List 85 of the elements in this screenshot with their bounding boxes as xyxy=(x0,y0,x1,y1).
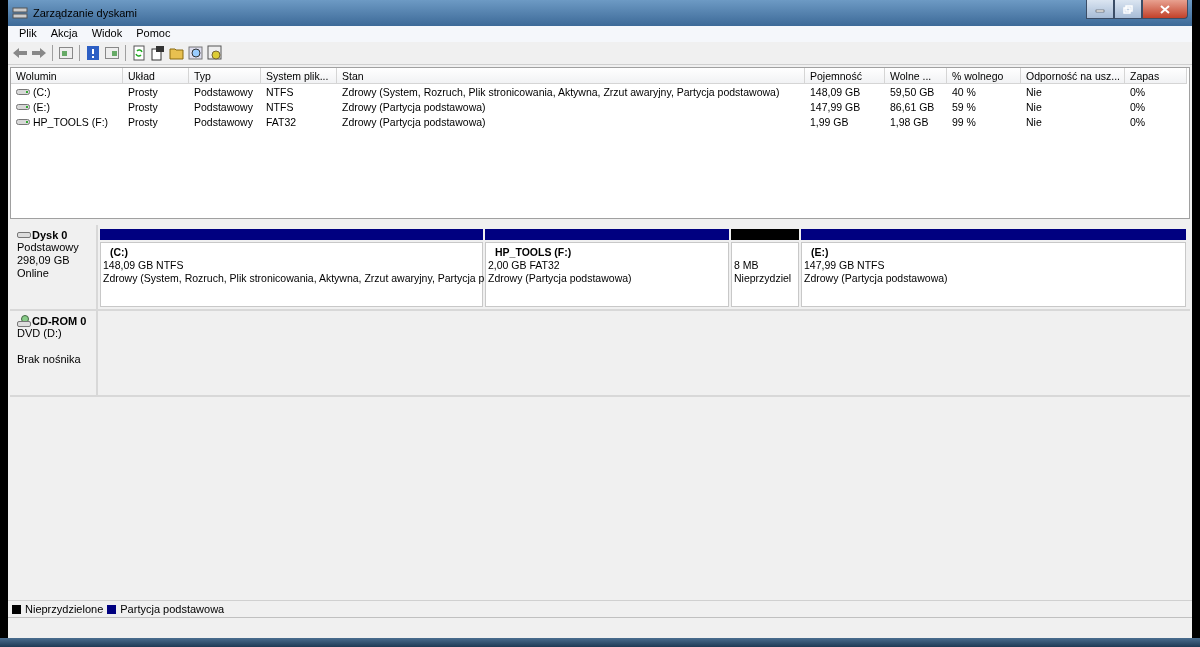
disk-info: Podstawowy xyxy=(17,241,80,254)
partition-size: 8 MB xyxy=(734,259,760,272)
disk-info: DVD (D:) xyxy=(17,327,63,340)
table-cell-text: 59 % xyxy=(951,99,977,114)
close-button[interactable] xyxy=(1142,0,1188,19)
table-cell-text: Prosty xyxy=(127,99,159,114)
window-title: Zarządzanie dyskami xyxy=(33,7,137,19)
table-cell-text: 1,98 GB xyxy=(889,114,930,129)
drive-icon xyxy=(17,231,31,239)
table-cell-text: NTFS xyxy=(265,84,295,99)
table-cell-text: Podstawowy xyxy=(193,99,254,114)
column-header[interactable]: Wolumin xyxy=(11,68,123,84)
table-cell-text: NTFS xyxy=(265,99,295,114)
drive-icon xyxy=(16,87,30,96)
table-cell-text: Prosty xyxy=(127,84,159,99)
drive-icon xyxy=(16,102,30,111)
table-cell-text: FAT32 xyxy=(265,114,298,129)
column-header[interactable]: System plik... xyxy=(261,68,337,84)
panel-icon[interactable] xyxy=(58,45,74,61)
properties-icon[interactable] xyxy=(150,45,166,61)
partition-block[interactable]: (C:) 148,09 GB NTFS Zdrowy (System, Rozruch, Plik stronicowania, Aktywna, Zrzut awaryjny, Partycja p xyxy=(100,242,483,307)
column-header[interactable]: Układ xyxy=(123,68,189,84)
restore-icon xyxy=(1123,4,1133,14)
column-header[interactable]: Odporność na usz... xyxy=(1021,68,1125,84)
minimize-button[interactable] xyxy=(1086,0,1114,19)
partition-label: (E:) xyxy=(810,246,830,259)
cd-drive-icon xyxy=(17,315,31,327)
back-arrow-icon[interactable] xyxy=(12,45,28,61)
disk-status: Brak nośnika xyxy=(17,353,82,366)
partition-label: (C:) xyxy=(109,246,130,259)
partition-size: 147,99 GB NTFS xyxy=(804,259,886,272)
partition-size: 2,00 GB FAT32 xyxy=(488,259,561,272)
table-cell-text: 147,99 GB xyxy=(809,99,862,114)
table-cell-text: Prosty xyxy=(127,114,159,129)
table-cell-text: 0% xyxy=(1129,114,1147,129)
table-cell-text: 40 % xyxy=(951,84,977,99)
menu-item[interactable]: Akcja xyxy=(43,26,85,42)
partition-block[interactable]: (E:) 147,99 GB NTFS Zdrowy (Partycja podstawowa) xyxy=(801,242,1186,307)
legend-label: Nieprzydzielone xyxy=(25,603,104,615)
table-cell-text: 0% xyxy=(1129,84,1147,99)
menu-item[interactable]: Pomoc xyxy=(129,26,178,42)
column-header[interactable]: % wolnego xyxy=(947,68,1021,84)
volume-name: (C:) xyxy=(33,85,51,98)
column-header[interactable]: Wolne ... xyxy=(885,68,947,84)
column-header[interactable]: Pojemność xyxy=(805,68,885,84)
table-cell-text: Zdrowy (Partycja podstawowa) xyxy=(341,114,487,129)
table-cell-text: 59,50 GB xyxy=(889,84,936,99)
table-cell-text: Nie xyxy=(1025,114,1043,129)
table-cell-text: 148,09 GB xyxy=(809,84,862,99)
table-cell-text: Podstawowy xyxy=(193,114,254,129)
table-cell-text: Zdrowy (System, Rozruch, Plik stronicowania, Aktywna, Zrzut awaryjny, Partycja podstawowa) xyxy=(341,84,781,99)
partition-status: Zdrowy (Partycja podstawowa) xyxy=(488,272,633,285)
volume-name: HP_TOOLS (F:) xyxy=(33,115,109,128)
restore-button[interactable] xyxy=(1114,0,1142,19)
disk-info: Online xyxy=(17,267,50,280)
table-cell-text: 0% xyxy=(1129,99,1147,114)
partition-block[interactable]: HP_TOOLS (F:) 2,00 GB FAT32 Zdrowy (Partycja podstawowa) xyxy=(485,242,729,307)
column-header[interactable]: Stan xyxy=(337,68,805,84)
panel-icon[interactable] xyxy=(104,45,120,61)
table-cell-text: 1,99 GB xyxy=(809,114,850,129)
menu-item[interactable]: Plik xyxy=(12,26,44,42)
column-header[interactable]: Typ xyxy=(189,68,261,84)
disk-name: CD-ROM 0 xyxy=(32,315,87,327)
menu-item[interactable]: Widok xyxy=(84,26,130,42)
partition-status: Nieprzydziel xyxy=(734,272,793,285)
partition-block[interactable]: 8 MB Nieprzydziel xyxy=(731,242,799,307)
partition-bar xyxy=(731,229,799,240)
disk-management-icon xyxy=(12,6,28,20)
legend-label: Partycja podstawowa xyxy=(120,603,225,615)
table-cell-text: 99 % xyxy=(951,114,977,129)
drive-icon xyxy=(16,117,30,126)
disk-info: 298,09 GB xyxy=(17,254,71,267)
table-cell-text: 86,61 GB xyxy=(889,99,936,114)
disk-name: Dysk 0 xyxy=(32,229,68,241)
volume-name: (E:) xyxy=(33,100,50,113)
table-cell-text: Zdrowy (Partycja podstawowa) xyxy=(341,99,487,114)
partition-status: Zdrowy (Partycja podstawowa) xyxy=(804,272,949,285)
column-header[interactable]: Zapas xyxy=(1125,68,1187,84)
table-cell-text: Nie xyxy=(1025,99,1043,114)
table-cell-text: Podstawowy xyxy=(193,84,254,99)
table-cell-text: Nie xyxy=(1025,84,1043,99)
close-icon xyxy=(1160,4,1170,14)
partition-size: 148,09 GB NTFS xyxy=(103,259,185,272)
partition-label: HP_TOOLS (F:) xyxy=(494,246,573,259)
forward-arrow-icon[interactable] xyxy=(31,45,47,61)
